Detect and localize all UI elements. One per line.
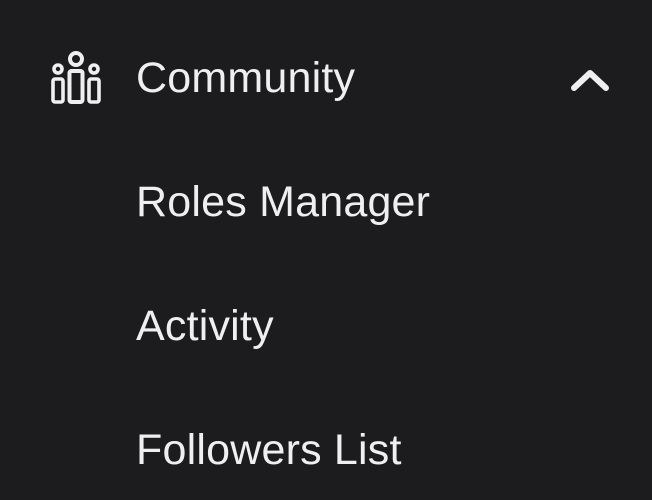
community-section-title: Community	[136, 54, 356, 102]
nav-item-followers-list[interactable]: Followers List	[0, 398, 652, 500]
community-icon	[50, 50, 102, 106]
nav-item-activity[interactable]: Activity	[0, 274, 652, 384]
nav-item-roles-manager[interactable]: Roles Manager	[0, 150, 652, 260]
nav-item-label: Activity	[136, 302, 274, 350]
community-section-header[interactable]: Community	[0, 28, 652, 132]
chevron-up-icon[interactable]	[568, 66, 612, 94]
community-nav-section: Community Roles Manager Activity Followe…	[0, 0, 652, 500]
nav-item-label: Roles Manager	[136, 178, 431, 226]
nav-item-label: Followers List	[136, 426, 402, 474]
